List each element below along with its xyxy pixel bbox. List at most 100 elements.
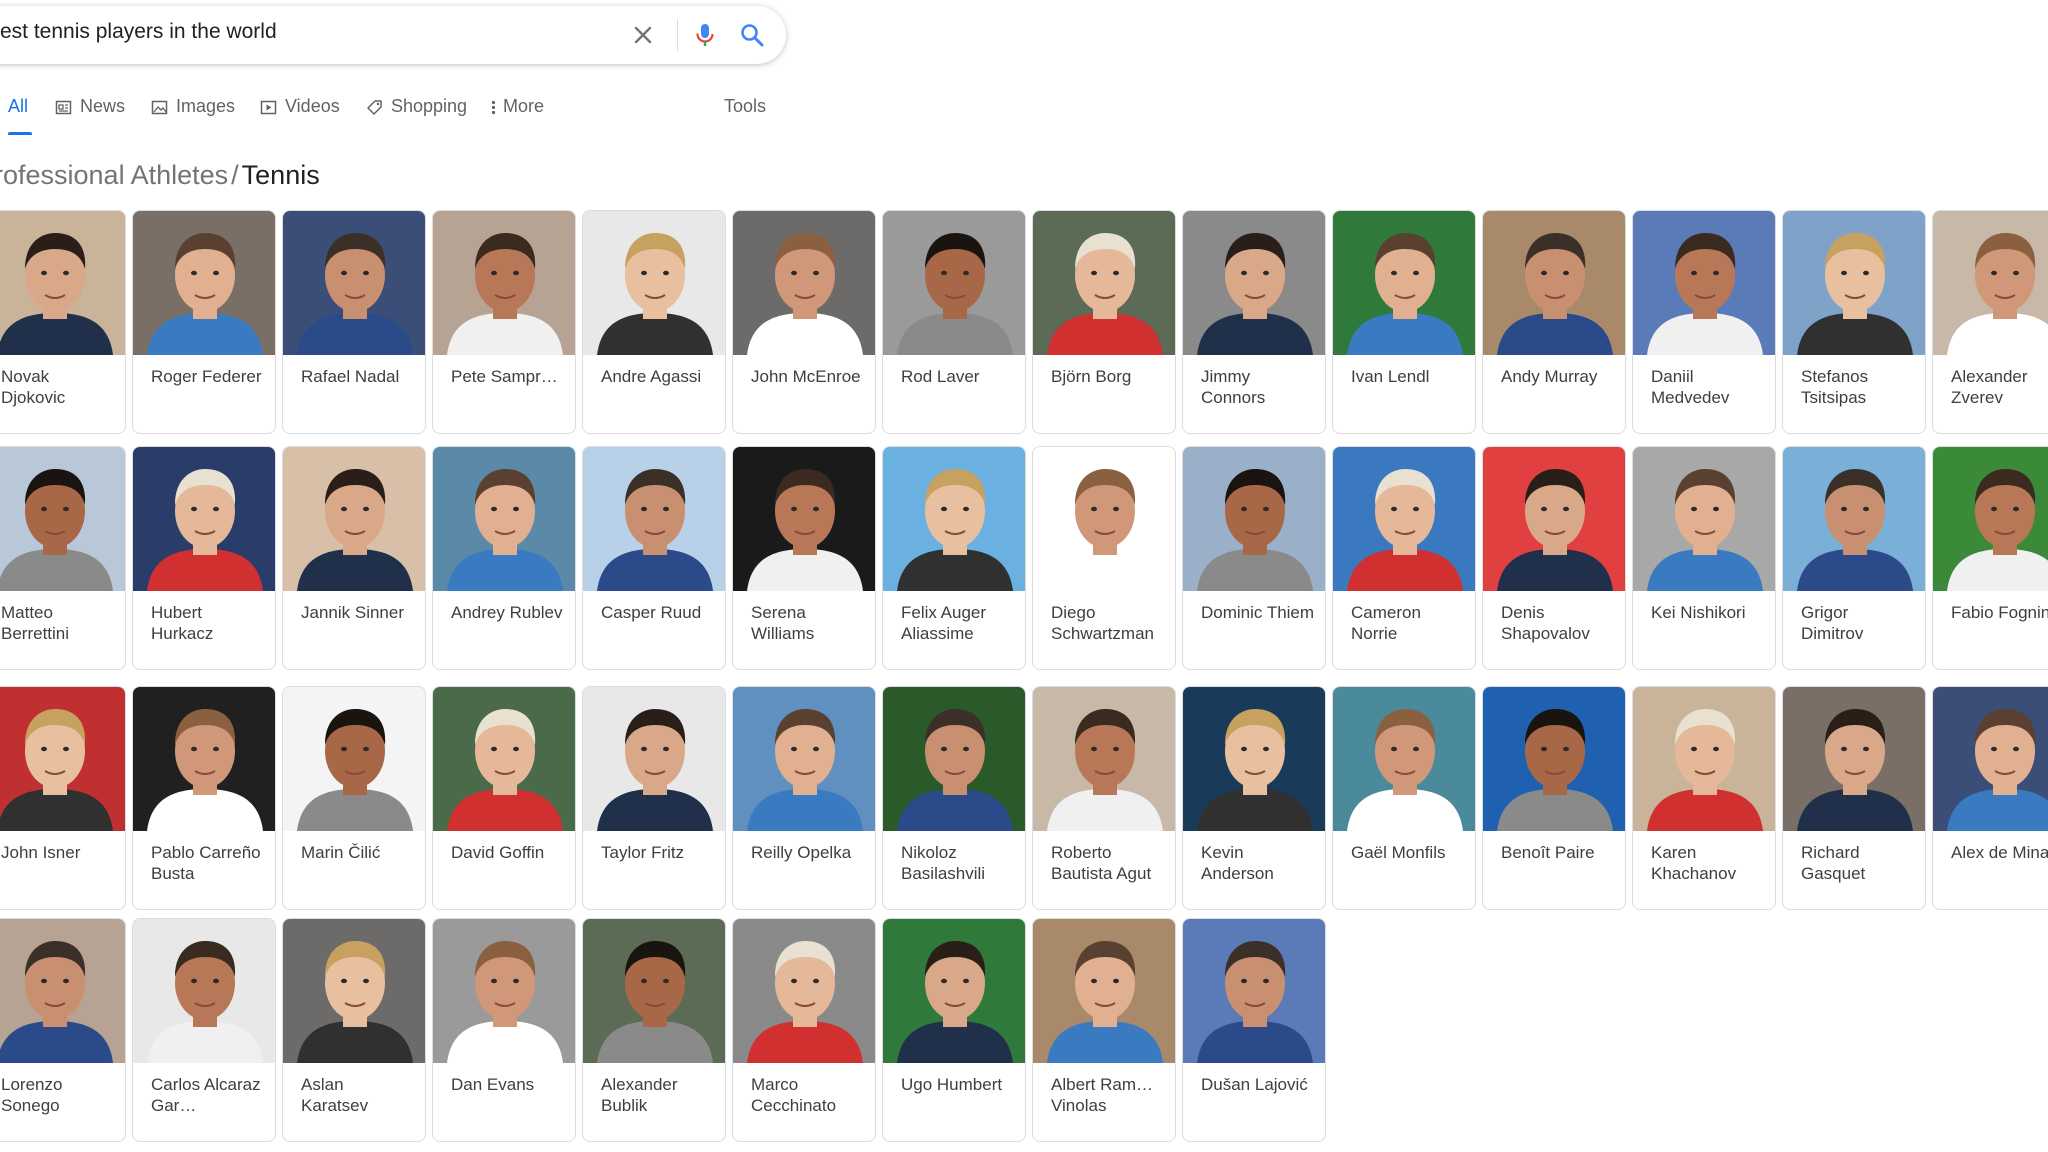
player-card[interactable]: Kei Nishikori: [1632, 446, 1776, 670]
player-name: Nikoloz Basilashvili: [901, 843, 986, 883]
player-card[interactable]: Roger Federer: [132, 210, 276, 434]
player-card[interactable]: Lorenzo Sonego: [0, 918, 126, 1142]
player-card[interactable]: Cameron Norrie: [1332, 446, 1476, 670]
player-card[interactable]: Andrey Rublev: [432, 446, 576, 670]
player-photo: [1333, 687, 1475, 831]
player-card[interactable]: Denis Shapovalov: [1482, 446, 1626, 670]
player-photo: [1933, 211, 2048, 355]
player-name: Gaël Monfils: [1351, 843, 1446, 862]
player-card[interactable]: Ivan Lendl: [1332, 210, 1476, 434]
player-photo: [433, 211, 575, 355]
player-photo: [883, 919, 1025, 1063]
player-name: Fabio Fognini: [1951, 603, 2048, 622]
player-name: Alexander Zverev: [1951, 367, 2028, 407]
player-name: Kei Nishikori: [1651, 603, 1746, 622]
player-name: Dan Evans: [451, 1075, 535, 1094]
player-name: Alexander Bublik: [601, 1075, 678, 1115]
player-photo: [1933, 447, 2048, 591]
player-card[interactable]: Jannik Sinner: [282, 446, 426, 670]
player-photo: [1183, 211, 1325, 355]
player-card[interactable]: Rafael Nadal: [282, 210, 426, 434]
player-photo: [883, 447, 1025, 591]
player-card[interactable]: Felix Auger Aliassime: [882, 446, 1026, 670]
player-card[interactable]: Serena Williams: [732, 446, 876, 670]
player-photo: [133, 447, 275, 591]
player-card[interactable]: Rod Laver: [882, 210, 1026, 434]
player-card[interactable]: Pete Sampr…: [432, 210, 576, 434]
player-name: Grigor Dimitrov: [1801, 603, 1864, 643]
player-card[interactable]: Aslan Karatsev: [282, 918, 426, 1142]
player-photo: [133, 687, 275, 831]
player-card[interactable]: Fabio Fognini: [1932, 446, 2048, 670]
player-card[interactable]: Dominic Thiem: [1182, 446, 1326, 670]
player-photo: [1483, 211, 1625, 355]
player-card[interactable]: Marco Cecchinato: [732, 918, 876, 1142]
player-photo: [583, 687, 725, 831]
player-card[interactable]: Taylor Fritz: [582, 686, 726, 910]
player-name: David Goffin: [451, 843, 545, 862]
player-card[interactable]: Stefanos Tsitsipas: [1782, 210, 1926, 434]
player-photo: [0, 447, 125, 591]
player-card[interactable]: Hubert Hurkacz: [132, 446, 276, 670]
player-card[interactable]: Diego Schwartzman: [1032, 446, 1176, 670]
player-card[interactable]: Richard Gasquet: [1782, 686, 1926, 910]
player-name: Benoît Paire: [1501, 843, 1595, 862]
player-card[interactable]: Roberto Bautista Agut: [1032, 686, 1176, 910]
player-card[interactable]: David Goffin: [432, 686, 576, 910]
player-photo: [433, 687, 575, 831]
player-name: Taylor Fritz: [601, 843, 685, 862]
player-photo: [1783, 211, 1925, 355]
player-photo: [133, 211, 275, 355]
player-card[interactable]: Dušan Lajović: [1182, 918, 1326, 1142]
player-name: Serena Williams: [751, 603, 815, 643]
player-card[interactable]: Karen Khachanov: [1632, 686, 1776, 910]
player-card[interactable]: Matteo Berrettini: [0, 446, 126, 670]
player-card[interactable]: Björn Borg: [1032, 210, 1176, 434]
player-card[interactable]: Alexander Zverev: [1932, 210, 2048, 434]
player-card[interactable]: Albert Ram… Vinolas: [1032, 918, 1176, 1142]
player-photo: [733, 919, 875, 1063]
player-card[interactable]: Nikoloz Basilashvili: [882, 686, 1026, 910]
player-name: Pablo Carreño Busta: [151, 843, 261, 883]
player-card[interactable]: Pablo Carreño Busta: [132, 686, 276, 910]
player-photo: [1633, 687, 1775, 831]
player-photo: [433, 919, 575, 1063]
player-name: Novak Djokovic: [1, 367, 66, 407]
player-photo: [1483, 447, 1625, 591]
player-name: Björn Borg: [1051, 367, 1132, 386]
player-photo: [1033, 687, 1175, 831]
player-card[interactable]: Reilly Opelka: [732, 686, 876, 910]
player-photo: [1633, 447, 1775, 591]
player-card[interactable]: Casper Ruud: [582, 446, 726, 670]
player-name: Ugo Humbert: [901, 1075, 1003, 1094]
player-card[interactable]: Grigor Dimitrov: [1782, 446, 1926, 670]
player-name: Diego Schwartzman: [1051, 603, 1154, 643]
player-card[interactable]: Alex de Minaur: [1932, 686, 2048, 910]
player-photo: [283, 447, 425, 591]
player-card[interactable]: Kevin Anderson: [1182, 686, 1326, 910]
player-photo: [0, 919, 125, 1063]
player-name: Rafael Nadal: [301, 367, 400, 386]
player-card[interactable]: Ugo Humbert: [882, 918, 1026, 1142]
player-name: Andy Murray: [1501, 367, 1598, 386]
player-card[interactable]: Alexander Bublik: [582, 918, 726, 1142]
player-photo: [583, 447, 725, 591]
player-name: Stefanos Tsitsipas: [1801, 367, 1869, 407]
player-card[interactable]: Benoît Paire: [1482, 686, 1626, 910]
player-card[interactable]: Marin Čilić: [282, 686, 426, 910]
player-card[interactable]: Gaël Monfils: [1332, 686, 1476, 910]
player-name: Hubert Hurkacz: [151, 603, 214, 643]
player-card[interactable]: Dan Evans: [432, 918, 576, 1142]
player-card[interactable]: John Isner: [0, 686, 126, 910]
player-name: Alex de Minaur: [1951, 843, 2048, 862]
player-photo: [1783, 447, 1925, 591]
player-card[interactable]: Jimmy Connors: [1182, 210, 1326, 434]
player-name: Marin Čilić: [301, 843, 381, 862]
player-card[interactable]: Novak Djokovic: [0, 210, 126, 434]
player-card[interactable]: Andy Murray: [1482, 210, 1626, 434]
player-card[interactable]: John McEnroe: [732, 210, 876, 434]
player-name: Marco Cecchinato: [751, 1075, 837, 1115]
player-card[interactable]: Daniil Medvedev: [1632, 210, 1776, 434]
player-card[interactable]: Carlos Alcaraz Gar…: [132, 918, 276, 1142]
player-card[interactable]: Andre Agassi: [582, 210, 726, 434]
